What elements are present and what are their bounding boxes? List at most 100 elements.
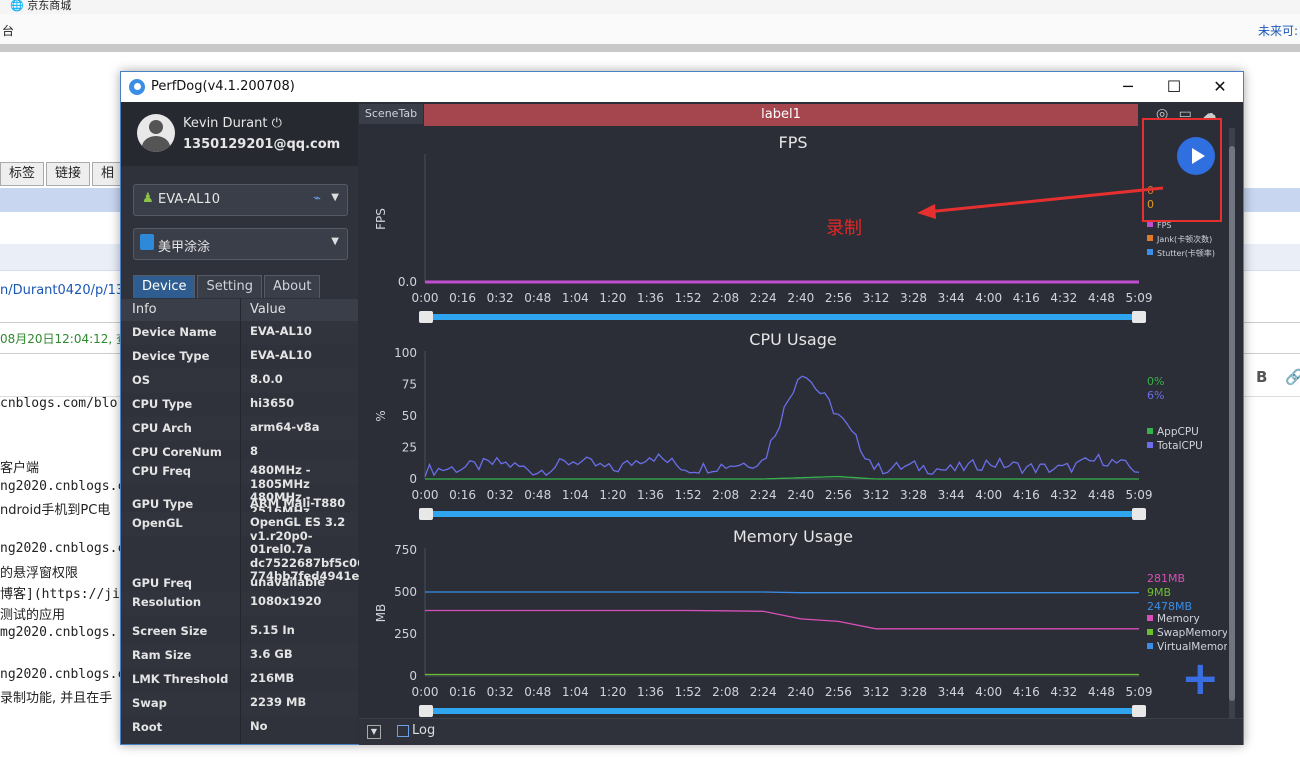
info-value: 8: [250, 444, 259, 458]
x-tick-label: 4:32: [1050, 488, 1077, 502]
x-tick-label: 4:16: [1013, 291, 1040, 305]
info-value: EVA-AL10: [250, 324, 312, 338]
tab-setting[interactable]: Setting: [197, 275, 263, 298]
scene-tab[interactable]: SceneTab: [359, 104, 423, 124]
y-axis-label: MB: [374, 604, 388, 623]
x-tick-label: 1:52: [675, 685, 702, 699]
tab-device[interactable]: Device: [133, 275, 196, 298]
slider-handle-right: [1132, 705, 1146, 717]
x-tick-label: 2:24: [750, 291, 777, 305]
fps-chart-svg: FPS FPS 0.0 0:00 0:16 0:32 0:48 1:04 1:20 1:36 1:5…: [374, 133, 1215, 323]
close-button[interactable]: ✕: [1197, 72, 1243, 102]
log-checkbox[interactable]: [397, 725, 409, 737]
x-tick-label: 2:40: [787, 291, 814, 305]
vertical-scrollbar[interactable]: [1229, 128, 1235, 718]
title-bar: PerfDog(v4.1.200708) ─ ☐ ✕: [121, 72, 1243, 102]
info-value: 3.6 GB: [250, 647, 293, 661]
x-tick-label: 2:56: [825, 685, 852, 699]
legend-swatch: [1147, 643, 1153, 649]
log-label: Log: [412, 723, 436, 738]
editor-tab-links[interactable]: 链接: [46, 162, 91, 186]
user-name[interactable]: Kevin Durant ⏻: [183, 116, 282, 131]
arrow-line: [926, 186, 1164, 214]
current-value: 9MB: [1147, 586, 1171, 599]
x-tick-label: 3:44: [938, 488, 965, 502]
app-select[interactable]: 美甲涂涂 ▼: [133, 228, 348, 260]
editor-line-3: ng2020.cnblogs.c: [0, 479, 126, 494]
y-tick-label: 750: [394, 543, 417, 557]
x-tick-label: 2:56: [825, 291, 852, 305]
x-tick-label: 4:32: [1050, 291, 1077, 305]
x-tick-label: 2:24: [750, 685, 777, 699]
arrow-head: [917, 204, 936, 219]
x-tick-label: 2:56: [825, 488, 852, 502]
chevron-down-icon: ▼: [331, 236, 339, 247]
x-tick-label: 5:09: [1126, 685, 1153, 699]
legend-swatch: [1147, 249, 1153, 255]
info-value: unavailable: [250, 575, 326, 589]
y-tick-label: 0.0: [398, 275, 417, 289]
device-select-value: EVA-AL10: [158, 192, 220, 207]
scrollbar-thumb[interactable]: [1229, 146, 1235, 701]
slider-handle-right: [1132, 508, 1146, 520]
editor-tab-tags[interactable]: 标签: [0, 162, 45, 186]
x-tick-label: 4:16: [1013, 488, 1040, 502]
link-icon[interactable]: 🔗: [1285, 368, 1300, 386]
x-tick-label: 0:16: [449, 488, 476, 502]
y-tick-label: 250: [394, 627, 417, 641]
x-tick-label: 1:04: [562, 488, 589, 502]
x-tick-label: 3:44: [938, 291, 965, 305]
x-tick-label: 0:16: [449, 685, 476, 699]
info-key: LMK Threshold: [132, 672, 229, 686]
collapse-icon[interactable]: ▼: [367, 725, 381, 739]
browser-tab-jd[interactable]: 🌐 京东商城: [10, 0, 71, 13]
maximize-button[interactable]: ☐: [1151, 72, 1197, 102]
x-tick-label: 4:00: [975, 291, 1002, 305]
x-tick-label: 0:00: [412, 488, 439, 502]
scene-label[interactable]: label1: [424, 104, 1138, 126]
tab-about[interactable]: About: [264, 275, 321, 298]
y-tick-label: 500: [394, 585, 417, 599]
editor-line-7: 博客](https://ji: [0, 587, 120, 602]
editor-line-8: 测试的应用: [0, 608, 66, 623]
x-tick-label: 1:36: [637, 685, 664, 699]
y-tick-label: 50: [402, 409, 417, 423]
bottom-bar: ▼ Log: [359, 718, 1243, 745]
info-value: EVA-AL10: [250, 348, 312, 362]
series-line-appcpu: [425, 475, 1139, 480]
chart-title: CPU Usage: [749, 330, 836, 349]
editor-tab-more[interactable]: 相: [92, 162, 124, 186]
minimize-button[interactable]: ─: [1105, 72, 1151, 102]
x-tick-label: 4:00: [975, 488, 1002, 502]
left-panel: Kevin Durant ⏻ 1350129201@qq.com ♟ EVA-A…: [121, 102, 373, 744]
cpu-chart: CPU Usage% 100 75 50 25 0 0:00 0:16 0:32 0:48 1:04…: [361, 327, 1227, 523]
avatar-icon[interactable]: [137, 114, 175, 152]
x-tick-label: 5:09: [1126, 488, 1153, 502]
x-tick-label: 0:48: [524, 291, 551, 305]
x-tick-label: 1:52: [675, 488, 702, 502]
toolbar-right-link[interactable]: 未来可:: [1258, 22, 1298, 39]
info-key: CPU Freq: [132, 464, 192, 478]
info-value: arm64-v8a: [250, 420, 320, 434]
device-select[interactable]: ♟ EVA-AL10 ⌁ ▼: [133, 184, 348, 216]
info-key: Resolution: [132, 595, 202, 609]
info-value: 1080x1920: [250, 594, 322, 608]
window-title: PerfDog(v4.1.200708): [151, 79, 295, 94]
browser-toolbar: 台 未来可:: [0, 14, 1300, 45]
x-tick-label: 4:16: [1013, 685, 1040, 699]
annotation-text: 录制: [826, 218, 862, 239]
x-tick-label: 0:32: [487, 488, 514, 502]
app-icon: [140, 234, 154, 250]
time-range-slider: [425, 708, 1139, 714]
x-tick-label: 3:28: [900, 488, 927, 502]
editor-line-5: ng2020.cnblogs.c: [0, 541, 126, 556]
fps-chart: FPS FPS 0.0 0:00 0:16 0:32 0:48 1:04 1:20 1:36 1:5…: [361, 130, 1227, 326]
info-key: Screen Size: [132, 624, 208, 638]
chevron-down-icon: ▼: [331, 192, 339, 203]
x-tick-label: 5:09: [1126, 291, 1153, 305]
current-value: 0%: [1147, 375, 1164, 388]
bold-button[interactable]: B: [1256, 368, 1267, 386]
add-chart-icon[interactable]: +: [1181, 655, 1220, 701]
record-play-button[interactable]: [1177, 137, 1215, 175]
x-tick-label: 3:12: [862, 291, 889, 305]
